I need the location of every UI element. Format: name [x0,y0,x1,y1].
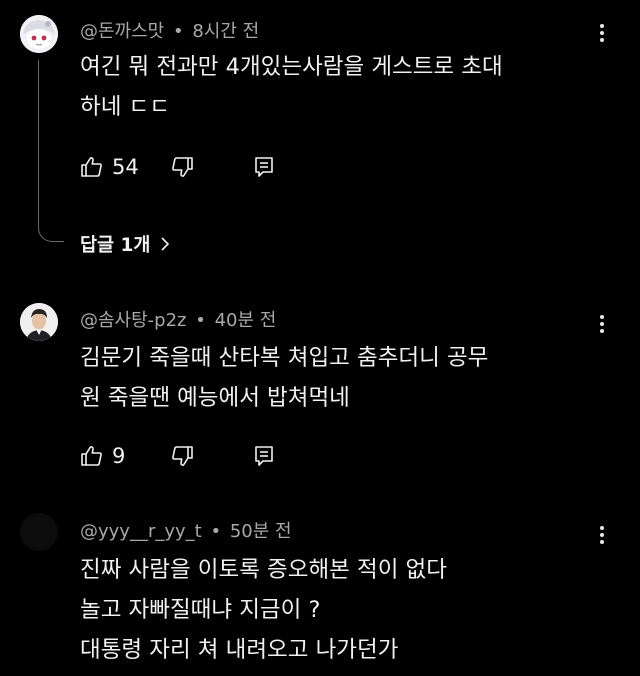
person-avatar-icon [20,303,58,341]
timestamp: 40분 전 [214,310,277,331]
reply-icon [255,446,273,466]
reply-button[interactable] [253,153,275,181]
separator-dot: • [210,521,222,542]
thread-line [38,60,64,242]
more-vert-icon[interactable] [596,312,608,336]
comment-text-line: 진짜 사람을 이토록 증오해본 적이 없다 [80,557,447,583]
like-icon [81,446,102,466]
dislike-icon [172,446,193,466]
like-count: 9 [112,444,126,468]
chevron-right-icon [161,237,170,251]
anime-avatar-icon [20,15,58,53]
like-button[interactable]: 9 [80,442,125,470]
avatar[interactable] [20,513,58,551]
comment-text-line: 여긴 뭐 전과만 4개있는사람을 게스트로 초대 [80,54,503,80]
comment-text-line: 대통령 자리 쳐 내려오고 나가던가 [80,637,399,663]
comment-text-line: 하네 ㄷㄷ [80,94,170,120]
reply-icon [255,157,273,177]
comment-meta: @돈까스맛 • 8시간 전 [80,17,259,43]
dislike-icon [172,157,193,177]
avatar[interactable] [20,303,58,341]
timestamp: 50분 전 [229,521,292,542]
comment-text: 여긴 뭐 전과만 4개있는사람을 게스트로 초대 하네 ㄷㄷ [80,47,600,127]
author-name[interactable]: @yyy__r_yy_t [80,521,202,542]
more-vert-icon[interactable] [596,21,608,45]
timestamp: 8시간 전 [192,21,260,42]
comment-text: 진짜 사람을 이토록 증오해본 적이 없다 놀고 자빠질때냐 지금이 ? 대통령… [80,550,600,670]
like-button[interactable]: 54 [80,153,139,181]
author-name[interactable]: @돈까스맛 [80,21,164,42]
like-icon [81,157,102,177]
comment-text-line: 원 죽을땐 예능에서 밥쳐먹네 [80,385,350,411]
separator-dot: • [172,21,184,42]
comment-text: 김문기 죽을때 산타복 쳐입고 춤추더니 공무 원 죽을땐 예능에서 밥쳐먹네 [80,338,600,418]
comment-meta: @솜사탕-p2z • 40분 전 [80,306,276,332]
like-count: 54 [112,155,139,179]
avatar[interactable] [20,15,58,53]
separator-dot: • [195,310,206,331]
dislike-button[interactable] [170,153,194,181]
more-vert-icon[interactable] [596,523,608,547]
view-replies-button[interactable]: 답글 1개 [80,230,170,258]
replies-label: 답글 1개 [80,235,151,256]
dislike-button[interactable] [170,442,194,470]
comment-text-line: 놀고 자빠질때냐 지금이 ? [80,597,321,623]
comment-meta: @yyy__r_yy_t • 50분 전 [80,517,292,543]
comment-1: @돈까스맛 • 8시간 전 여긴 뭐 전과만 4개있는사람을 게스트로 초대 하… [0,0,640,270]
comment-text-line: 김문기 죽을때 산타복 쳐입고 춤추더니 공무 [80,345,489,371]
author-name[interactable]: @솜사탕-p2z [80,310,187,331]
reply-button[interactable] [253,442,275,470]
